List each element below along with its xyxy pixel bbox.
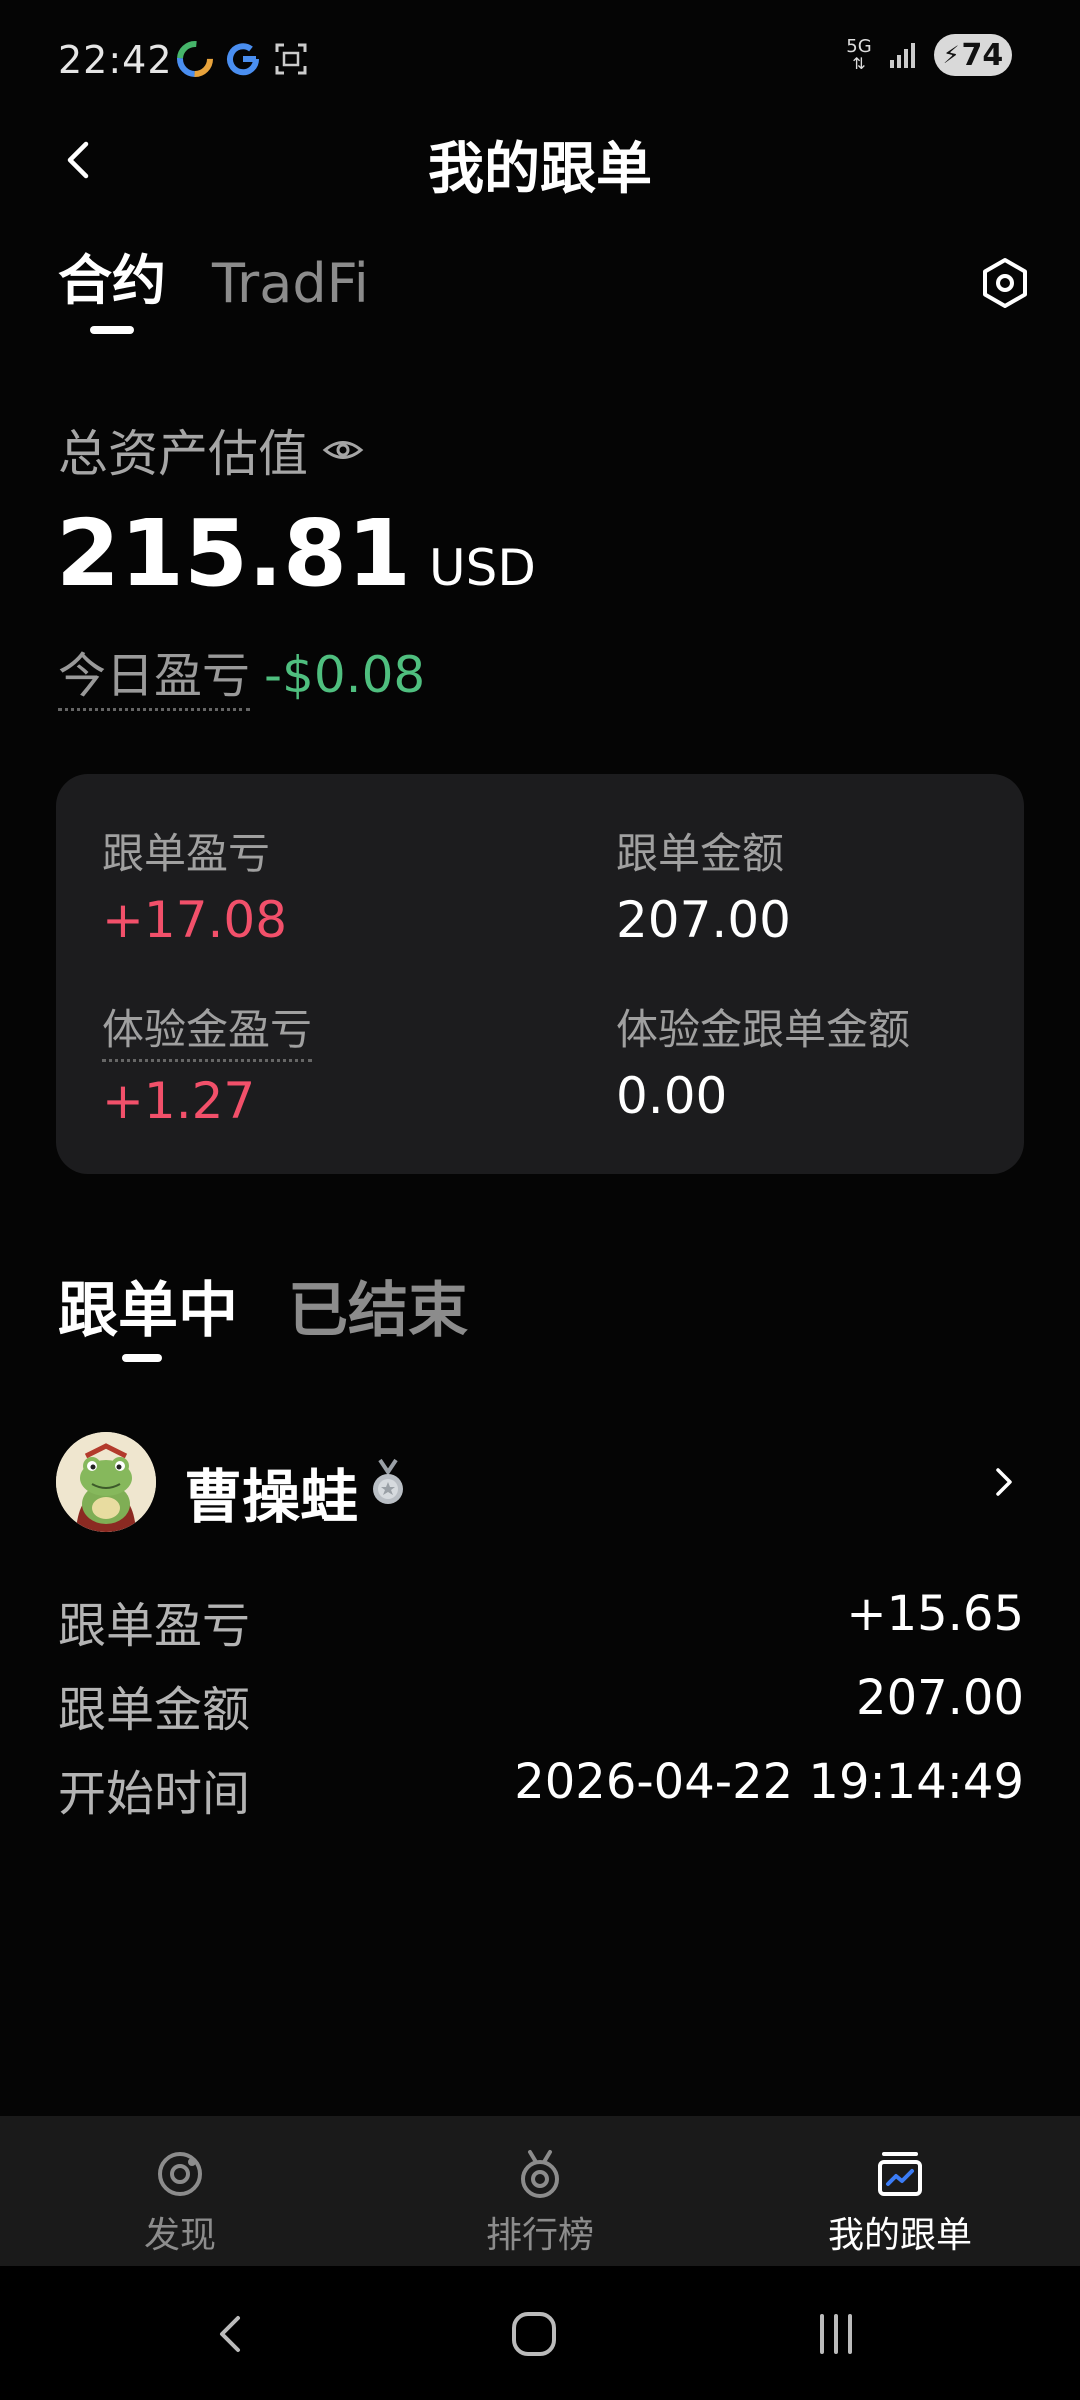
status-bar: 22:42 5G ⇅ ⚡ 74 [0,0,1080,120]
follow-pnl-value: +17.08 [102,891,288,949]
nav-discover[interactable]: 发现 [0,2116,360,2266]
daily-pnl-row: 今日盈亏 -$0.08 [58,636,425,711]
eye-icon[interactable] [322,435,364,465]
follow-status-tabs: 跟单中 已结束 [58,1262,468,1349]
total-assets-unit: USD [429,539,536,597]
system-nav-bar [0,2266,1080,2400]
battery-level: 74 [961,37,1004,73]
follow-amount-value: 207.00 [616,891,791,949]
system-back-icon[interactable] [202,2304,262,2364]
trial-amount-label: 体验金跟单金额 [616,1005,911,1054]
data-arrows-icon: ⇅ [852,54,866,73]
detail-value: +15.65 [846,1586,1024,1642]
detail-row-start-time: 开始时间 2026-04-22 19:14:49 [58,1754,1024,1824]
screen: 22:42 5G ⇅ ⚡ 74 我的跟单 合约 TradFi 总资产估值 215… [0,0,1080,2400]
trial-pnl-label[interactable]: 体验金盈亏 [102,996,313,1062]
total-assets-label-row: 总资产估值 [58,414,364,486]
follow-amount-label: 跟单金额 [616,829,785,878]
total-assets-label: 总资产估值 [58,425,308,483]
google-icon [227,43,260,76]
tab-tradfi[interactable]: TradFi [212,252,369,315]
daily-pnl-label[interactable]: 今日盈亏 [58,636,251,711]
trial-pnl-cell: 体验金盈亏 +1.27 [102,996,313,1130]
chevron-right-icon[interactable] [986,1462,1022,1502]
nav-leaderboard[interactable]: 排行榜 [360,2116,720,2266]
active-tab-indicator [90,326,134,334]
page-title: 我的跟单 [428,137,652,202]
charging-icon: ⚡ [942,41,960,69]
trial-amount-cell: 体验金跟单金额 0.00 [616,996,910,1125]
screenshot-icon [275,43,307,75]
detail-label: 跟单盈亏 [58,1598,251,1654]
settings-icon[interactable] [970,248,1040,318]
daily-pnl-value: -$0.08 [264,646,426,704]
trader-row[interactable]: 曹操蛙 [56,1432,1024,1532]
header: 我的跟单 [0,110,1080,210]
status-right: 5G ⇅ ⚡ 74 [846,34,1012,76]
tab-following[interactable]: 跟单中 [58,1262,238,1349]
follow-pnl-cell: 跟单盈亏 +17.08 [102,820,287,949]
follow-amount-cell: 跟单金额 207.00 [616,820,791,949]
signal-icon [890,43,915,68]
battery-indicator: ⚡ 74 [934,34,1012,76]
detail-value: 2026-04-22 19:14:49 [514,1754,1024,1810]
bottom-nav: 发现 排行榜 我的跟单 [0,2116,1080,2266]
trader-name: 曹操蛙 [184,1463,359,1531]
leaderboard-icon [521,2150,559,2198]
total-assets-value-row: 215.81 USD [56,500,536,607]
follow-pnl-label: 跟单盈亏 [102,829,271,878]
trial-pnl-value: +1.27 [102,1072,256,1130]
discover-icon [158,2152,202,2196]
product-tabs: 合约 TradFi [58,236,369,315]
trial-amount-value: 0.00 [616,1067,728,1125]
nav-my-copy-trades-label: 我的跟单 [827,2215,972,2256]
system-home-icon[interactable] [504,2304,564,2364]
nav-discover-label: 发现 [143,2215,216,2256]
nav-my-copy-trades[interactable]: 我的跟单 [720,2116,1080,2266]
system-recents-icon[interactable] [806,2304,866,2364]
my-copy-trades-icon [878,2152,922,2196]
nav-leaderboard-label: 排行榜 [485,2215,594,2256]
detail-label: 跟单金额 [58,1682,251,1738]
detail-label: 开始时间 [58,1766,251,1822]
total-assets-value: 215.81 [56,500,412,607]
detail-row-amount: 跟单金额 207.00 [58,1670,1024,1740]
network-type: 5G ⇅ [846,38,872,72]
summary-card: 跟单盈亏 +17.08 跟单金额 207.00 体验金盈亏 +1.27 体验金跟… [56,774,1024,1174]
tab-contract[interactable]: 合约 [58,236,166,315]
tab-ended[interactable]: 已结束 [288,1262,468,1349]
status-time: 22:42 [58,38,173,82]
notification-icons [176,40,310,78]
detail-row-pnl: 跟单盈亏 +15.65 [58,1586,1024,1656]
follow-tab-indicator [122,1354,162,1362]
app-notification-icon [177,41,213,77]
trader-avatar [56,1432,156,1532]
frog-avatar-image [56,1432,156,1532]
silver-medal-icon [373,1458,403,1504]
detail-value: 207.00 [856,1670,1024,1726]
